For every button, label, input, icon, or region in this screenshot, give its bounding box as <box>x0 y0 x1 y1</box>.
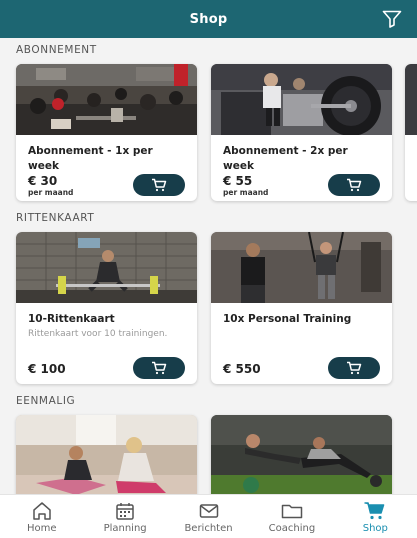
nav-item-berichten[interactable]: Berichten <box>167 495 250 538</box>
product-card-eenmalig-2[interactable] <box>211 415 392 494</box>
product-price: € 30 <box>28 174 58 188</box>
bottom-navigation: Home Planning Berichten Coaching Shop <box>0 494 417 538</box>
price-unit: per maand <box>223 188 269 197</box>
product-card-personal-training[interactable]: 10x Personal Training € 550 <box>211 232 392 384</box>
product-card-10-rittenkaart[interactable]: 10-Rittenkaart Rittenkaart voor 10 train… <box>16 232 197 384</box>
product-name: Abonnement - 1x per week <box>28 145 153 172</box>
product-card-abonnement-1x[interactable]: Abonnement - 1x per week € 30 per maand <box>16 64 197 201</box>
nav-item-shop[interactable]: Shop <box>334 495 417 538</box>
product-name: 10-Rittenkaart <box>28 313 115 325</box>
page-title: Shop <box>189 11 228 27</box>
product-price: € 100 <box>28 362 66 376</box>
add-to-cart-button[interactable] <box>328 357 380 379</box>
add-to-cart-button[interactable] <box>328 174 380 196</box>
nav-label: Coaching <box>268 523 316 534</box>
product-image <box>405 64 417 135</box>
product-image <box>211 64 392 135</box>
nav-item-coaching[interactable]: Coaching <box>250 495 333 538</box>
calendar-icon <box>114 501 136 521</box>
product-image <box>16 64 197 135</box>
cart-icon <box>152 178 167 192</box>
nav-label: Berichten <box>184 523 233 534</box>
cart-icon <box>347 178 362 192</box>
cart-icon <box>152 361 167 375</box>
section-title-abonnement: ABONNEMENT <box>16 44 97 56</box>
product-name: 10x Personal Training <box>223 313 352 325</box>
nav-item-home[interactable]: Home <box>0 495 83 538</box>
filter-icon[interactable] <box>381 9 403 29</box>
app-header: Shop <box>0 0 417 38</box>
product-image <box>16 415 197 494</box>
add-to-cart-button[interactable] <box>133 174 185 196</box>
nav-label: Planning <box>103 523 147 534</box>
product-card-abonnement-2x[interactable]: Abonnement - 2x per week € 55 per maand <box>211 64 392 201</box>
shop-screen: Shop ABONNEMENT Abonnement - 1x per week… <box>0 0 417 538</box>
nav-label: Home <box>26 523 57 534</box>
product-image <box>16 232 197 303</box>
product-price: € 550 <box>223 362 261 376</box>
product-card-eenmalig-1[interactable] <box>16 415 197 494</box>
section-title-rittenkaart: RITTENKAART <box>16 212 95 224</box>
product-name: Abonnement - 2x per week <box>223 145 348 172</box>
shop-content: ABONNEMENT Abonnement - 1x per week € 30… <box>0 38 417 494</box>
nav-item-planning[interactable]: Planning <box>83 495 166 538</box>
add-to-cart-button[interactable] <box>133 357 185 379</box>
price-unit: per maand <box>28 188 74 197</box>
cart-icon <box>347 361 362 375</box>
folder-icon <box>280 501 304 521</box>
product-image <box>211 232 392 303</box>
nav-label: Shop <box>362 523 388 534</box>
cart-icon <box>363 501 387 521</box>
product-price: € 55 <box>223 174 253 188</box>
product-card-partial[interactable] <box>405 64 417 201</box>
home-icon <box>31 501 53 521</box>
product-image <box>211 415 392 494</box>
mail-icon <box>198 501 220 521</box>
product-description: Rittenkaart voor 10 trainingen. <box>28 329 168 339</box>
section-title-eenmalig: EENMALIG <box>16 395 76 407</box>
